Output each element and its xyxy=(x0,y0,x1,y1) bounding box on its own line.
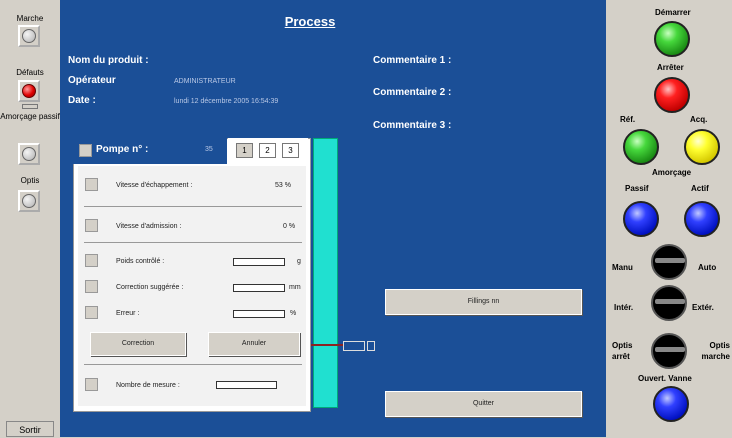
divider xyxy=(84,242,302,243)
optis-off-label: Optis arrêt xyxy=(612,341,633,361)
checked-weight-field[interactable] xyxy=(233,258,285,266)
suggested-correction-unit: mm xyxy=(289,284,301,291)
operator-label: Opérateur xyxy=(68,75,116,86)
selector-handle-icon xyxy=(655,347,685,352)
indicator-label-defauts: Défauts xyxy=(16,68,44,77)
suggested-correction-label: Correction suggérée : xyxy=(116,284,184,291)
start-button[interactable] xyxy=(654,21,690,57)
pump-tab-1[interactable]: 1 xyxy=(236,143,253,158)
inner-label: Intér. xyxy=(614,303,634,312)
exhaust-speed-value: 53 % xyxy=(275,182,291,189)
date-label: Date : xyxy=(68,95,96,106)
ref-label: Réf. xyxy=(620,115,636,124)
start-label: Démarrer xyxy=(655,8,691,17)
manual-label: Manu xyxy=(612,263,633,272)
stop-button[interactable] xyxy=(654,77,690,113)
gauge-marker xyxy=(311,344,343,346)
selector-handle-icon xyxy=(655,258,685,263)
left-indicator-panel: Marche Défauts Amorçage passif Optis Sor… xyxy=(0,0,60,437)
passive-label: Passif xyxy=(625,184,649,193)
error-button[interactable] xyxy=(85,306,98,319)
gauge-readout-small xyxy=(367,341,375,351)
gauge-readout-box xyxy=(343,341,365,351)
product-label: Nom du produit : xyxy=(68,55,149,66)
ack-label: Acq. xyxy=(690,115,708,124)
optis-on-label: Optis marche xyxy=(701,341,730,361)
page-title: Process xyxy=(284,14,336,29)
pump-tab-3[interactable]: 3 xyxy=(282,143,299,158)
valve-open-label: Ouvert. Vanne xyxy=(638,374,692,383)
auto-label: Auto xyxy=(698,263,717,272)
correction-button[interactable]: Correction xyxy=(90,332,186,356)
checked-weight-unit: g xyxy=(297,258,301,265)
checked-weight-label: Poids contrôlé : xyxy=(116,258,165,265)
suggested-correction-field[interactable] xyxy=(233,284,285,292)
indicator-lamp-icon xyxy=(22,29,36,43)
suggested-correction-button[interactable] xyxy=(85,280,98,293)
indicator-label-marche: Marche xyxy=(16,14,44,23)
indicator-lamp-icon xyxy=(22,147,36,161)
date-value: lundi 12 décembre 2005 16:54:39 xyxy=(174,98,279,105)
indicator-optis[interactable] xyxy=(18,190,40,212)
indicator-label-amorcage: Amorçage passif xyxy=(0,112,60,121)
outer-label: Extér. xyxy=(692,303,714,312)
fillings-button[interactable]: Fillings nn xyxy=(385,289,582,315)
inner-outer-selector[interactable] xyxy=(651,285,687,321)
stop-label: Arrêter xyxy=(657,63,684,72)
error-label: Erreur : xyxy=(116,310,140,317)
pump-label: Pompe n° : xyxy=(96,144,149,155)
exhaust-speed-label: Vitesse d'échappement : xyxy=(116,182,193,189)
indicator-lamp-icon xyxy=(22,194,36,208)
exit-button[interactable]: Sortir xyxy=(6,421,54,437)
optis-selector[interactable] xyxy=(651,333,687,369)
priming-label: Amorçage xyxy=(652,168,692,177)
selector-handle-icon xyxy=(655,299,685,304)
exhaust-speed-button[interactable] xyxy=(85,178,98,191)
measure-count-label: Nombre de mesure : xyxy=(116,382,180,389)
intake-speed-value: 0 % xyxy=(283,223,296,230)
checked-weight-button[interactable] xyxy=(85,254,98,267)
measure-count-button[interactable] xyxy=(85,378,98,391)
defauts-ack-bar xyxy=(22,104,38,109)
indicator-defauts[interactable] xyxy=(18,80,40,102)
comment1-label: Commentaire 1 : xyxy=(373,55,452,66)
active-label: Actif xyxy=(691,184,709,193)
level-gauge xyxy=(313,138,338,408)
manu-auto-selector[interactable] xyxy=(651,244,687,280)
passive-button[interactable] xyxy=(623,201,659,237)
cancel-button[interactable]: Annuler xyxy=(208,332,300,356)
pump-number: 35 xyxy=(205,146,213,153)
indicator-label-optis: Optis xyxy=(20,176,40,185)
pump-tab-2[interactable]: 2 xyxy=(259,143,276,158)
alarm-lamp-icon xyxy=(22,84,36,98)
comment3-label: Commentaire 3 : xyxy=(373,120,452,131)
indicator-amorcage-passif[interactable] xyxy=(18,143,40,165)
measure-count-field[interactable] xyxy=(216,381,277,389)
valve-open-button[interactable] xyxy=(653,386,689,422)
ref-button[interactable] xyxy=(623,129,659,165)
comment2-label: Commentaire 2 : xyxy=(373,87,452,98)
divider xyxy=(84,364,302,365)
intake-speed-button[interactable] xyxy=(85,219,98,232)
pump-select-button[interactable] xyxy=(79,144,92,157)
error-unit: % xyxy=(290,310,297,317)
error-field[interactable] xyxy=(233,310,285,318)
intake-speed-label: Vitesse d'admission : xyxy=(116,223,182,230)
quit-button[interactable]: Quitter xyxy=(385,391,582,417)
divider xyxy=(84,206,302,207)
operator-value: ADMINISTRATEUR xyxy=(174,78,236,85)
active-button[interactable] xyxy=(684,201,720,237)
indicator-marche[interactable] xyxy=(18,25,40,47)
ack-button[interactable] xyxy=(684,129,720,165)
